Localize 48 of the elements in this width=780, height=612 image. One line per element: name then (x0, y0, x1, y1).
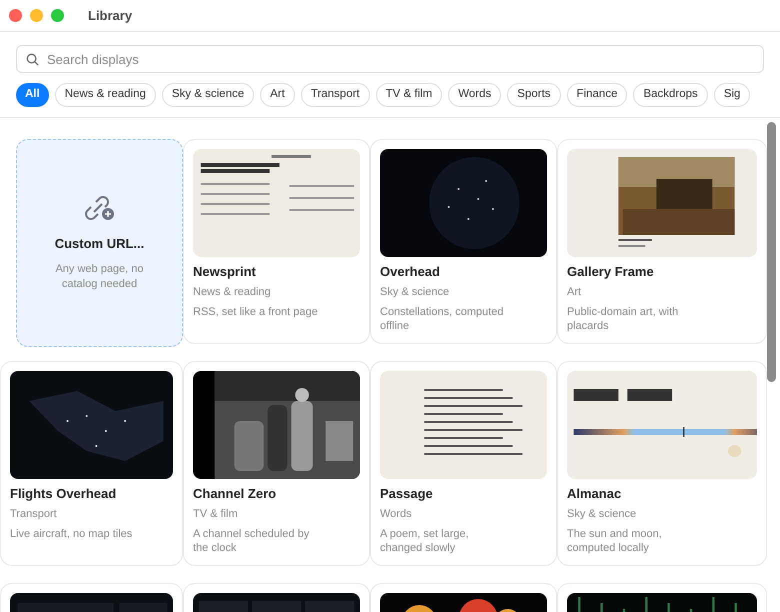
card-category: News & reading (193, 285, 272, 299)
display-card[interactable]: Flights Overhead Transport Live aircraft, no map tiles (0, 361, 183, 566)
filter-chip[interactable]: All (16, 83, 49, 107)
display-card[interactable]: Gallery Frame Art Public-domain art, with placards (557, 139, 767, 344)
search-field[interactable]: Search displays (16, 45, 764, 73)
card-title: Overhead (380, 263, 441, 281)
card-description: Public-domain art, with placards (567, 305, 680, 333)
card-category: Sky & science (380, 285, 450, 299)
card-description: A channel scheduled by the clock (193, 527, 310, 555)
scrollbar-thumb[interactable] (767, 122, 776, 382)
custom-url-card[interactable]: Custom URL... Any web page, no catalog needed (16, 139, 183, 347)
card-category: Sky & science (567, 507, 638, 521)
card-category: TV & film (193, 507, 239, 521)
card-title: Passage (380, 485, 434, 503)
card-description: Live aircraft, no map tiles (10, 527, 134, 541)
filter-chip[interactable]: Finance (566, 83, 628, 107)
card-title: Gallery Frame (567, 263, 655, 281)
card-title: Custom URL... (54, 235, 144, 254)
card-description: RSS, set like a front page (193, 305, 319, 319)
filter-chip[interactable]: Transport (300, 83, 370, 107)
card-title: Newsprint (193, 263, 257, 281)
card-description: A poem, set large, changed slowly (380, 527, 470, 555)
filter-chip[interactable]: Words (448, 83, 502, 107)
filter-chip[interactable]: Sports (507, 83, 561, 107)
card-description: Constellations, computed offline (380, 305, 505, 333)
card-category: Transport (10, 507, 58, 521)
card-description: Any web page, no catalog needed (54, 262, 145, 292)
display-card[interactable]: Almanac Sky & science The sun and moon, computed locally (557, 361, 767, 566)
card-title: Flights Overhead (10, 485, 118, 503)
card-title: Channel Zero (193, 485, 278, 503)
link-add-icon (84, 194, 116, 222)
close-button[interactable] (9, 9, 22, 22)
search-icon (26, 53, 39, 66)
window-title: Library (88, 6, 132, 25)
filter-chip[interactable]: Sig (714, 83, 750, 107)
display-card[interactable]: Channel Zero TV & film A channel scheduled by the clock (183, 361, 370, 566)
display-card[interactable]: Overhead Sky & science Constellations, computed offline (370, 139, 557, 344)
card-title: Almanac (567, 485, 622, 503)
display-card[interactable]: Newsprint News & reading RSS, set like a front page (183, 139, 370, 344)
filter-chip[interactable]: TV & film (376, 83, 442, 107)
display-card[interactable]: Passage Words A poem, set large, changed slowly (370, 361, 557, 566)
filter-chip[interactable]: Sky & science (162, 83, 254, 107)
card-category: Words (380, 507, 413, 521)
filter-chip[interactable]: Art (260, 83, 295, 107)
filter-chip[interactable]: News & reading (54, 83, 156, 107)
card-category: Art (567, 285, 582, 299)
filter-chip[interactable]: Backdrops (633, 83, 708, 107)
card-description: The sun and moon, computed locally (567, 527, 663, 555)
